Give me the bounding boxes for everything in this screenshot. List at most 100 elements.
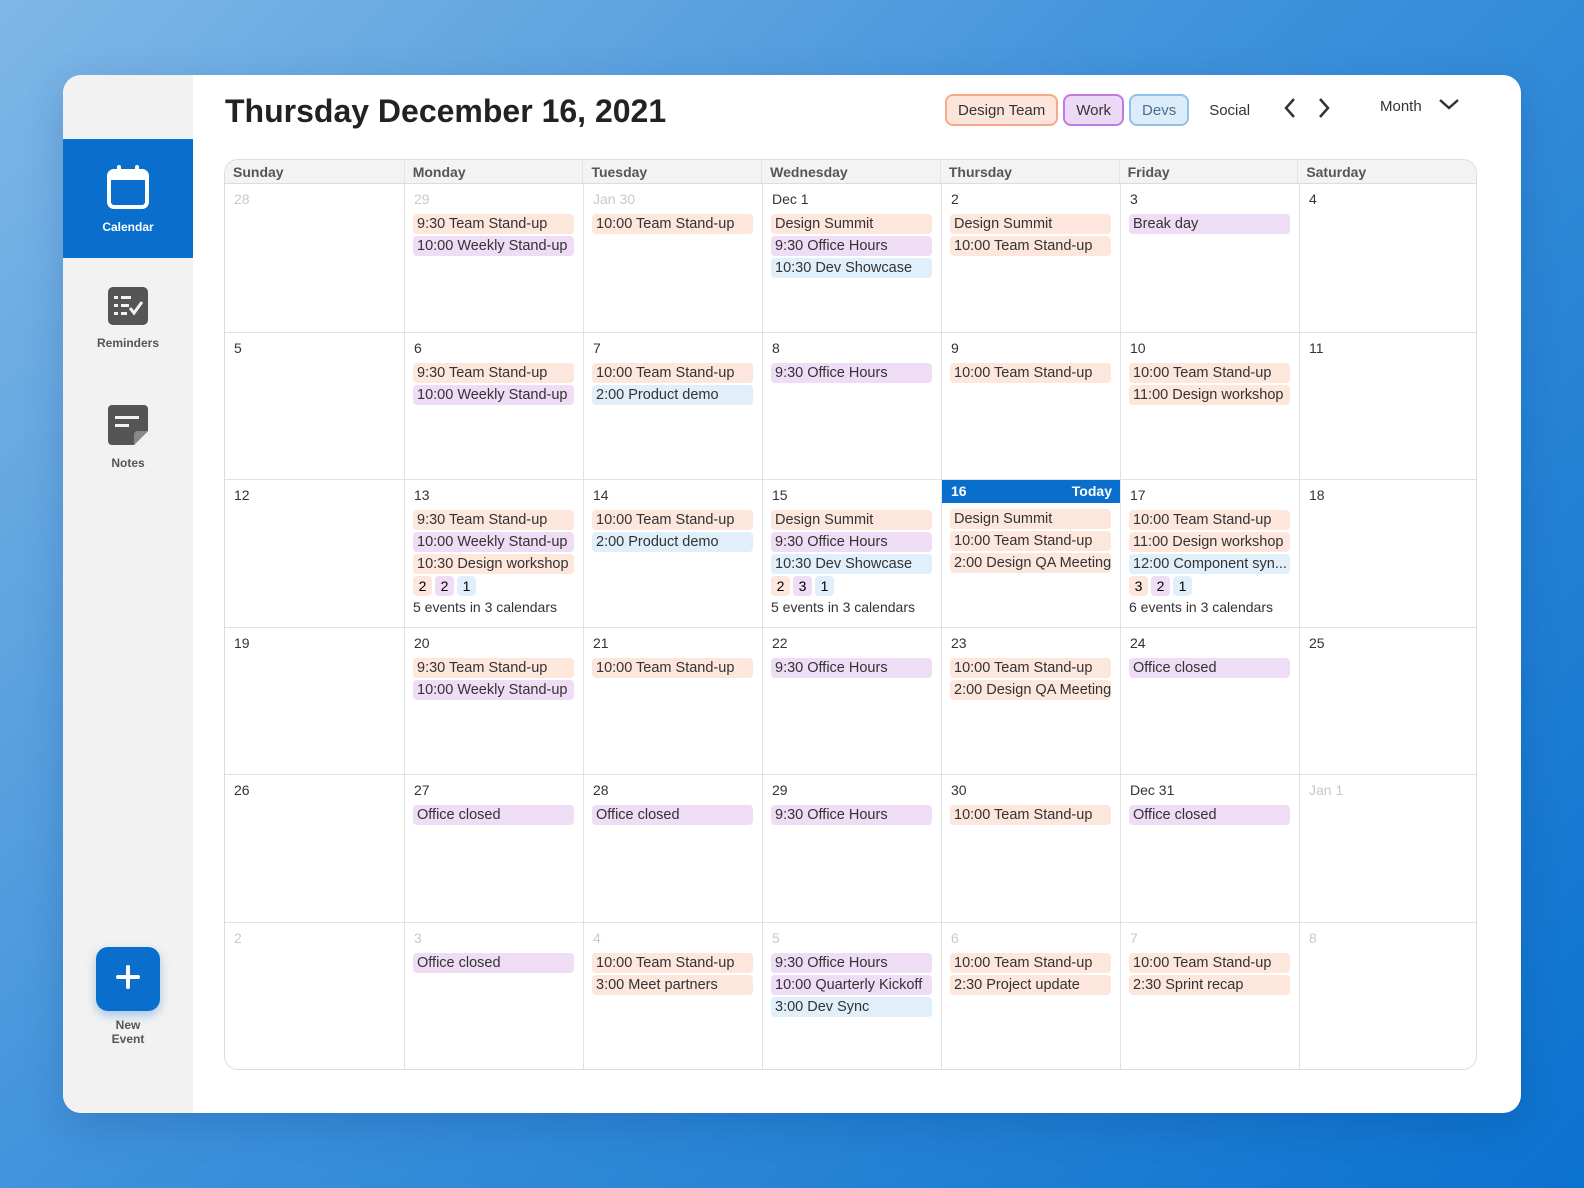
event-item[interactable]: 9:30 Office Hours xyxy=(771,952,932,973)
day-cell[interactable]: 15 Design Summit 9:30 Office Hours 10:30 De… xyxy=(762,479,941,627)
event-item[interactable]: 10:00 Team Stand-up xyxy=(592,362,753,383)
day-cell[interactable]: 17 10:00 Team Stand-up 11:00 Design worksh… xyxy=(1120,479,1299,627)
new-event-button[interactable] xyxy=(96,947,160,1011)
day-cell[interactable]: Jan 30 10:00 Team Stand-up xyxy=(583,184,762,332)
event-item[interactable]: 9:30 Office Hours xyxy=(771,362,932,383)
day-cell[interactable]: 2 Design Summit 10:00 Team Stand-up xyxy=(941,184,1120,332)
day-cell[interactable]: 20 9:30 Team Stand-up 10:00 Weekly Stand-u… xyxy=(404,626,583,774)
event-item[interactable]: Office closed xyxy=(592,805,753,825)
event-item[interactable]: 3:00 Meet partners xyxy=(592,974,753,995)
event-item[interactable]: 11:00 Design workshop xyxy=(1129,384,1290,405)
day-cell[interactable]: 9 10:00 Team Stand-up xyxy=(941,331,1120,479)
event-item[interactable]: 10:00 Weekly Stand-up xyxy=(413,532,574,552)
filter-devs[interactable]: Devs xyxy=(1129,94,1190,126)
event-item[interactable]: 10:00 Team Stand-up xyxy=(950,805,1111,825)
event-item[interactable]: 10:00 Team Stand-up xyxy=(1129,362,1290,383)
event-item[interactable]: 10:00 Weekly Stand-up xyxy=(413,236,574,256)
day-cell[interactable]: 21 10:00 Team Stand-up xyxy=(583,626,762,774)
event-item[interactable]: Break day xyxy=(1129,214,1290,234)
day-cell[interactable]: 28 xyxy=(225,184,404,332)
day-cell[interactable]: 27 Office closed xyxy=(404,774,583,922)
day-cell-today[interactable]: 16 Today Design Summit 10:00 Team Stand-up 2… xyxy=(941,479,1120,627)
event-item[interactable]: 10:00 Team Stand-up xyxy=(950,657,1111,678)
calendar-count-badge[interactable]: 2 xyxy=(413,576,432,596)
day-cell[interactable]: 5 9:30 Office Hours 10:00 Quarterly Kickof… xyxy=(762,921,941,1069)
event-item[interactable]: 10:00 Weekly Stand-up xyxy=(413,679,574,700)
calendar-count-badge[interactable]: 1 xyxy=(815,576,834,596)
event-item[interactable]: 9:30 Office Hours xyxy=(771,657,932,678)
event-item[interactable]: 9:30 Office Hours xyxy=(771,805,932,825)
day-cell[interactable]: 2 xyxy=(225,921,404,1070)
day-cell[interactable]: 5 xyxy=(225,331,404,480)
event-item[interactable]: 2:30 Project update xyxy=(950,974,1111,995)
event-item[interactable]: Office closed xyxy=(1129,657,1290,678)
day-cell[interactable]: 26 xyxy=(225,774,404,922)
event-item[interactable]: 2:30 Sprint recap xyxy=(1129,974,1290,995)
event-item[interactable]: Design Summit xyxy=(950,214,1111,234)
calendar-count-badge[interactable]: 1 xyxy=(457,576,476,596)
day-cell[interactable]: 30 10:00 Team Stand-up xyxy=(941,774,1120,922)
event-item[interactable]: 9:30 Team Stand-up xyxy=(413,362,574,383)
event-item[interactable]: Design Summit xyxy=(950,509,1111,529)
day-cell[interactable]: 13 9:30 Team Stand-up 10:00 Weekly Stand-u… xyxy=(404,479,583,627)
filter-social[interactable]: Social xyxy=(1196,94,1263,126)
event-item[interactable]: Design Summit xyxy=(771,510,932,530)
event-item[interactable]: 10:00 Team Stand-up xyxy=(592,657,753,678)
sidebar-item-calendar[interactable]: Calendar xyxy=(63,139,193,258)
event-item[interactable]: 10:00 Weekly Stand-up xyxy=(413,384,574,405)
day-cell[interactable]: Dec 31 Office closed xyxy=(1120,774,1299,922)
event-item[interactable]: 9:30 Office Hours xyxy=(771,532,932,552)
calendar-count-badge[interactable]: 3 xyxy=(1129,576,1148,596)
event-item[interactable]: Office closed xyxy=(1129,805,1290,825)
event-item[interactable]: 10:00 Team Stand-up xyxy=(950,236,1111,256)
event-item[interactable]: 10:00 Team Stand-up xyxy=(950,952,1111,973)
sidebar-item-notes[interactable]: Notes xyxy=(63,377,193,496)
day-cell[interactable]: 4 10:00 Team Stand-up 3:00 Meet partners xyxy=(583,921,762,1069)
event-item[interactable]: 10:00 Team Stand-up xyxy=(1129,510,1290,530)
day-cell[interactable]: 29 9:30 Office Hours xyxy=(762,774,941,922)
day-cell[interactable]: 8 9:30 Office Hours xyxy=(762,331,941,479)
day-cell[interactable]: 23 10:00 Team Stand-up 2:00 Design QA Meet… xyxy=(941,626,1120,774)
event-item[interactable]: Design Summit xyxy=(771,214,932,234)
day-cell[interactable]: 10 10:00 Team Stand-up 11:00 Design worksh… xyxy=(1120,331,1299,479)
event-item[interactable]: 11:00 Design workshop xyxy=(1129,532,1290,552)
next-month-button[interactable] xyxy=(1309,97,1339,123)
day-cell[interactable]: 8 xyxy=(1299,921,1476,1069)
event-item[interactable]: 10:00 Team Stand-up xyxy=(1129,952,1290,973)
event-item[interactable]: 12:00 Component syn... xyxy=(1129,554,1290,574)
sidebar-item-reminders[interactable]: Reminders xyxy=(63,258,193,377)
day-cell[interactable]: Jan 1 xyxy=(1299,774,1476,922)
event-item[interactable]: 10:00 Team Stand-up xyxy=(592,214,753,234)
day-cell[interactable]: 3 Office closed xyxy=(404,921,583,1069)
event-item[interactable]: 9:30 Team Stand-up xyxy=(413,657,574,678)
day-cell[interactable]: 7 10:00 Team Stand-up 2:30 Sprint recap xyxy=(1120,921,1299,1069)
prev-month-button[interactable] xyxy=(1275,97,1305,123)
day-cell[interactable]: 6 10:00 Team Stand-up 2:30 Project update xyxy=(941,921,1120,1069)
event-item[interactable]: 9:30 Team Stand-up xyxy=(413,510,574,530)
event-item[interactable]: 2:00 Product demo xyxy=(592,384,753,405)
event-item[interactable]: 10:00 Team Stand-up xyxy=(950,531,1111,551)
event-item[interactable]: 9:30 Office Hours xyxy=(771,236,932,256)
day-cell[interactable]: 11 xyxy=(1299,331,1476,479)
day-cell[interactable]: 3 Break day xyxy=(1120,184,1299,332)
day-cell[interactable]: Dec 1 Design Summit 9:30 Office Hours 10:30… xyxy=(762,184,941,332)
event-item[interactable]: 9:30 Team Stand-up xyxy=(413,214,574,234)
event-item[interactable]: 10:30 Dev Showcase xyxy=(771,554,932,574)
day-cell[interactable]: 12 xyxy=(225,479,404,627)
calendar-count-badge[interactable]: 1 xyxy=(1173,576,1192,596)
day-cell[interactable]: 28 Office closed xyxy=(583,774,762,922)
calendar-count-badge[interactable]: 3 xyxy=(793,576,812,596)
event-item[interactable]: 3:00 Dev Sync xyxy=(771,996,932,1017)
event-item[interactable]: 2:00 Design QA Meeting xyxy=(950,679,1111,700)
day-cell[interactable]: 18 xyxy=(1299,479,1476,627)
calendar-count-badge[interactable]: 2 xyxy=(435,576,454,596)
event-item[interactable]: 10:00 Team Stand-up xyxy=(592,952,753,973)
event-item[interactable]: 2:00 Product demo xyxy=(592,532,753,552)
day-cell[interactable]: 29 9:30 Team Stand-up 10:00 Weekly Stand-u… xyxy=(404,184,583,332)
event-item[interactable]: Office closed xyxy=(413,805,574,825)
calendar-count-badge[interactable]: 2 xyxy=(771,576,790,596)
event-item[interactable]: 10:00 Team Stand-up xyxy=(592,510,753,530)
day-cell[interactable]: 7 10:00 Team Stand-up 2:00 Product demo xyxy=(583,331,762,479)
day-cell[interactable]: 14 10:00 Team Stand-up 2:00 Product demo xyxy=(583,479,762,627)
event-item[interactable]: 10:00 Quarterly Kickoff xyxy=(771,974,932,995)
